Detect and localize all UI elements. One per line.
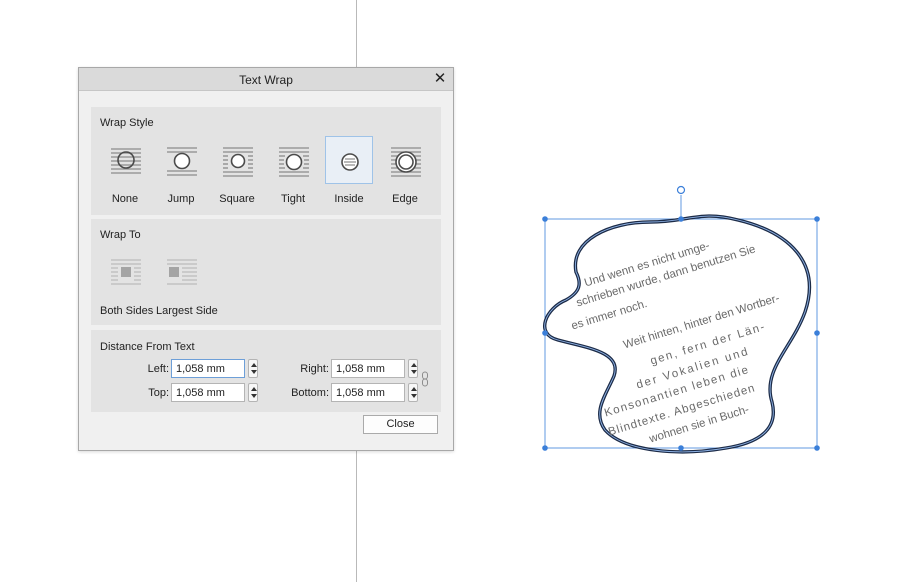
bottom-distance-stepper[interactable] — [408, 383, 418, 402]
right-distance-field[interactable]: 1,058 mm — [331, 359, 405, 378]
wrap-jump-option[interactable] — [157, 136, 205, 184]
top-label: Top: — [148, 387, 169, 399]
wrap-largest-side-label: Largest Side — [156, 305, 218, 317]
close-icon[interactable]: ✕ — [431, 70, 449, 88]
wrap-to-section: Wrap To Both Sides Largest Side — [91, 219, 441, 325]
right-distance-stepper[interactable] — [408, 359, 418, 378]
text-wrap-dialog: Text Wrap ✕ Wrap Style None Jump Square … — [78, 67, 454, 451]
dialog-titlebar[interactable]: Text Wrap ✕ — [79, 68, 453, 91]
wrap-inside-label: Inside — [334, 193, 364, 205]
wrap-largest-side-icon — [167, 259, 197, 285]
rotation-handle[interactable] — [676, 185, 686, 195]
bottom-distance-field[interactable]: 1,058 mm — [331, 383, 405, 402]
wrap-tight-option[interactable] — [269, 136, 317, 184]
wrap-none-icon — [111, 148, 141, 174]
link-chain-icon[interactable] — [421, 371, 429, 387]
left-label: Left: — [147, 363, 169, 375]
wrap-style-label: Wrap Style — [100, 117, 154, 129]
bottom-label: Bottom: — [291, 387, 329, 399]
wrap-tight-label: Tight — [280, 193, 306, 205]
wrap-square-icon — [223, 147, 253, 177]
left-distance-field[interactable]: 1,058 mm — [171, 359, 245, 378]
distance-label: Distance From Text — [100, 341, 195, 353]
wrap-square-label: Square — [219, 193, 255, 205]
wrap-to-label: Wrap To — [100, 229, 141, 241]
wrap-edge-option[interactable] — [381, 136, 429, 184]
wrap-square-option[interactable] — [213, 136, 261, 184]
wrap-largest-side-option[interactable] — [157, 248, 205, 296]
top-distance-stepper[interactable] — [248, 383, 258, 402]
wrap-edge-label: Edge — [392, 193, 418, 205]
wrap-both-sides-label: Both Sides — [100, 305, 154, 317]
wrap-jump-label: Jump — [167, 193, 195, 205]
wrap-both-sides-icon — [111, 259, 141, 285]
wrap-inside-icon — [341, 153, 359, 171]
right-label: Right: — [300, 363, 329, 375]
close-button[interactable]: Close — [363, 415, 438, 434]
wrap-jump-icon — [167, 147, 197, 176]
wrap-none-label: None — [111, 193, 139, 205]
distance-section: Distance From Text Left: 1,058 mm Top: 1… — [91, 330, 441, 412]
wrap-both-sides-option[interactable] — [101, 248, 149, 296]
dialog-title: Text Wrap — [239, 73, 293, 87]
left-distance-stepper[interactable] — [248, 359, 258, 378]
wrap-style-section: Wrap Style None Jump Square Tight Inside… — [91, 107, 441, 215]
top-distance-field[interactable]: 1,058 mm — [171, 383, 245, 402]
wrap-tight-icon — [279, 147, 309, 177]
wrap-none-option[interactable] — [101, 136, 149, 184]
wrap-inside-option[interactable] — [325, 136, 373, 184]
wrap-edge-icon — [391, 147, 421, 177]
